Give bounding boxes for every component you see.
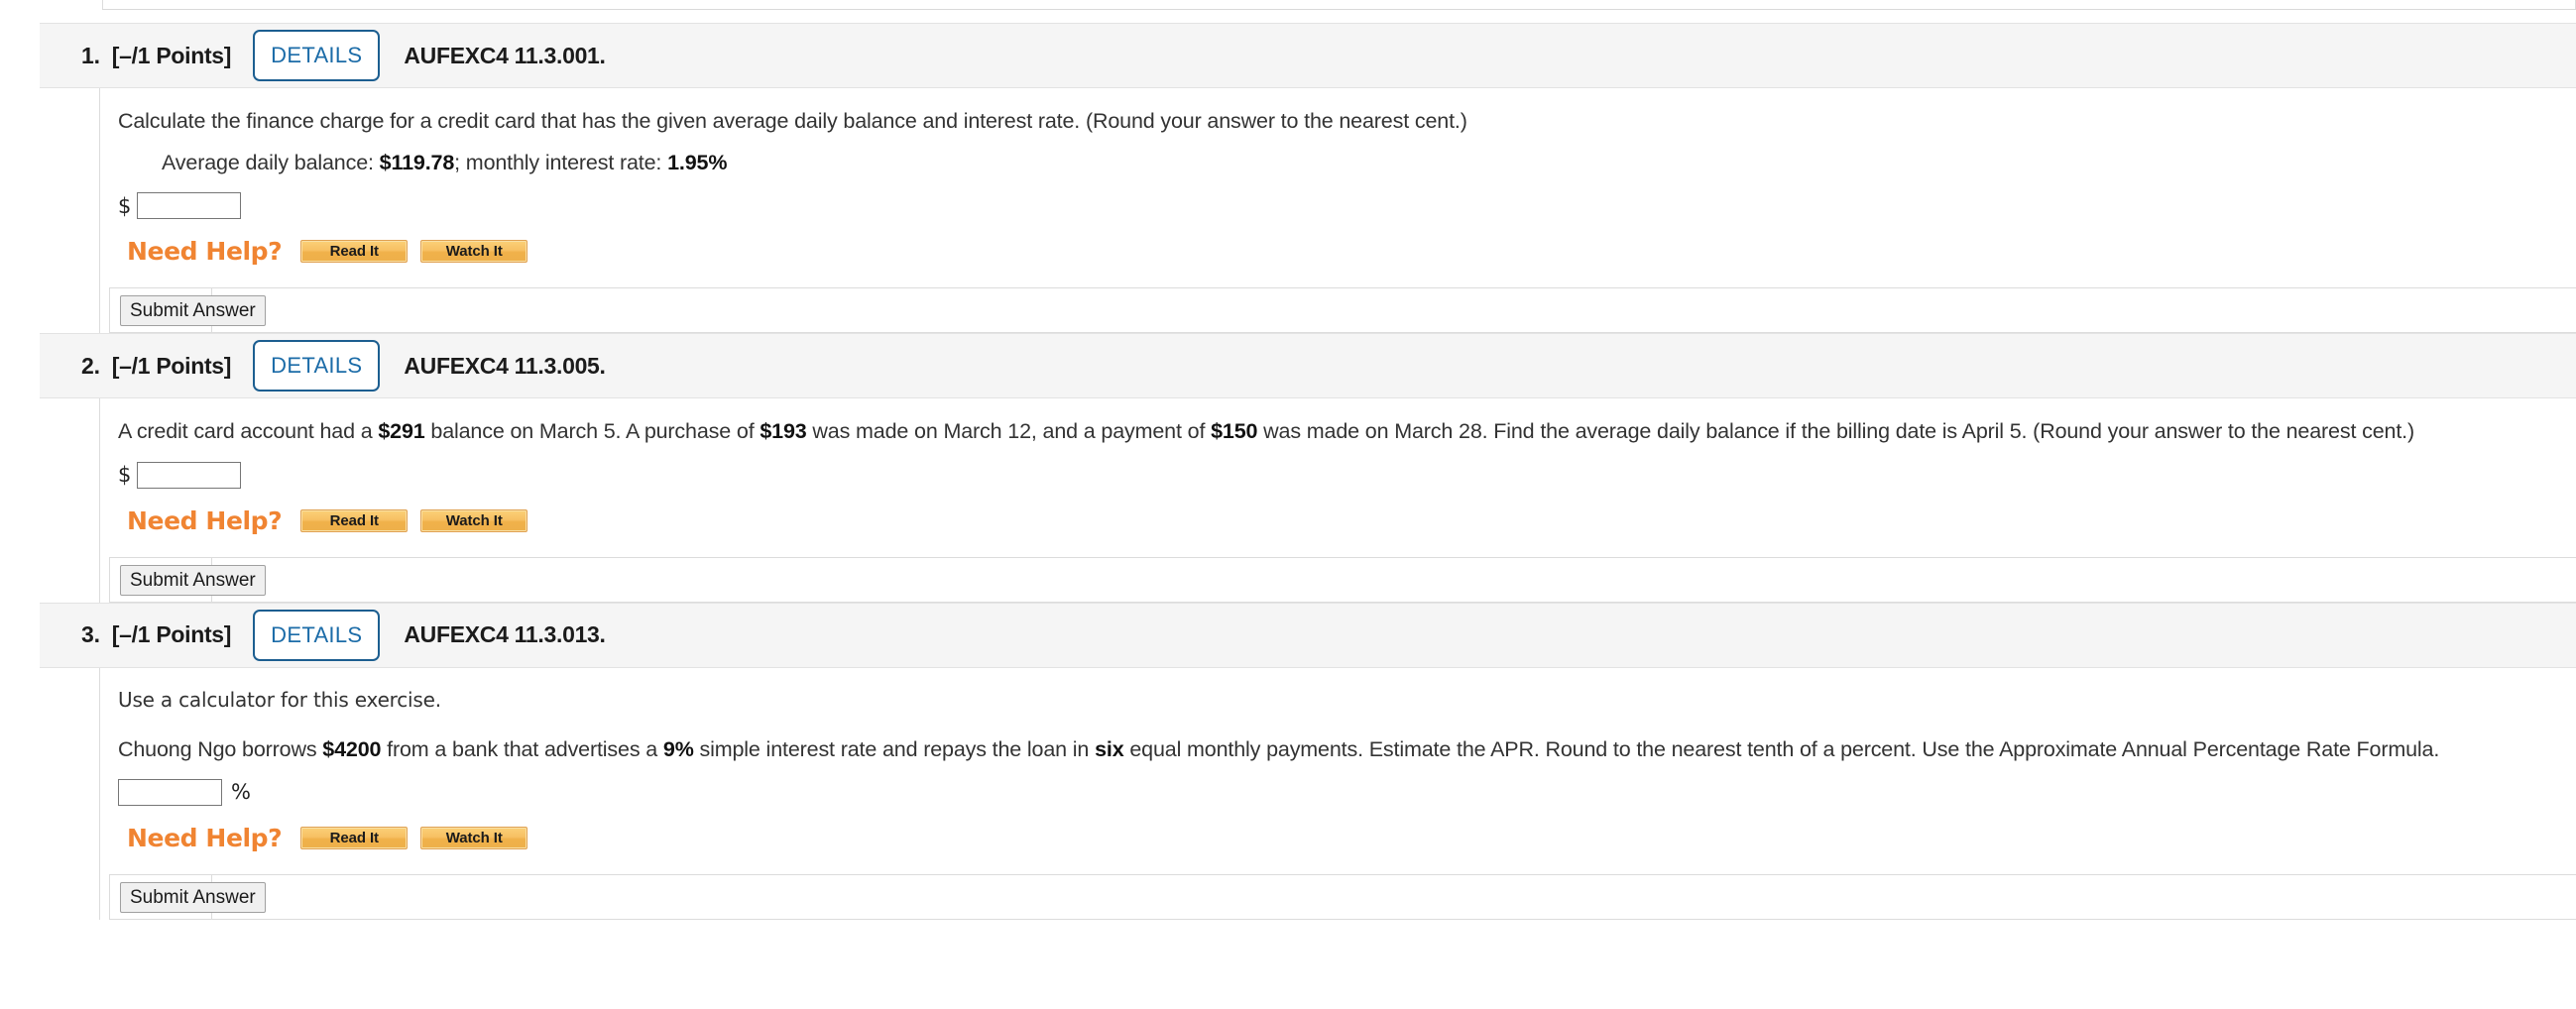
- details-button[interactable]: DETAILS: [253, 340, 381, 392]
- details-button[interactable]: DETAILS: [253, 30, 381, 81]
- question-header: 1. [–/1 Points] DETAILS AUFEXC4 11.3.001.: [40, 23, 2576, 88]
- answer-input[interactable]: [137, 461, 242, 489]
- need-help-label: Need Help?: [127, 823, 283, 852]
- submit-row-remainder: [211, 556, 2576, 603]
- submit-row-remainder: [211, 287, 2576, 334]
- submit-row: Submit Answer: [100, 287, 2576, 334]
- question-intro-text: Use a calculator for this exercise.: [118, 687, 441, 712]
- need-help-row: Need Help? Read It Watch It: [127, 237, 2576, 266]
- question-prompt-text: Calculate the finance charge for a credi…: [118, 109, 1467, 133]
- need-help-label: Need Help?: [127, 237, 283, 267]
- need-help-label: Need Help?: [127, 505, 283, 535]
- submit-row-remainder: [211, 873, 2576, 920]
- question-code: AUFEXC4 11.3.013.: [404, 621, 606, 648]
- question-header: 3. [–/1 Points] DETAILS AUFEXC4 11.3.013.: [40, 602, 2576, 668]
- submit-answer-button[interactable]: Submit Answer: [120, 295, 266, 327]
- question-prompt-text: Chuong Ngo borrows $4200 from a bank tha…: [118, 736, 2440, 761]
- need-help-row: Need Help? Read It Watch It: [127, 824, 2576, 852]
- question-block: 3. [–/1 Points] DETAILS AUFEXC4 11.3.013. Us…: [0, 602, 2576, 920]
- question-block: 2. [–/1 Points] DETAILS AUFEXC4 11.3.005. A …: [0, 333, 2576, 603]
- question-points: [–/1 Points]: [111, 621, 232, 648]
- question-code: AUFEXC4 11.3.001.: [404, 42, 606, 68]
- need-help-row: Need Help? Read It Watch It: [127, 506, 2576, 535]
- percent-sign-label: %: [231, 780, 251, 805]
- submit-answer-button[interactable]: Submit Answer: [120, 881, 266, 913]
- details-button[interactable]: DETAILS: [253, 609, 381, 661]
- question-points: [–/1 Points]: [111, 42, 232, 68]
- read-it-button[interactable]: Read It: [300, 508, 409, 532]
- answer-row: $: [118, 461, 2576, 489]
- watch-it-button[interactable]: Watch It: [420, 508, 528, 532]
- question-prompt-text: A credit card account had a $291 balance…: [118, 419, 2414, 444]
- assignment-page: 1. [–/1 Points] DETAILS AUFEXC4 11.3.001. Ca…: [0, 0, 2576, 1009]
- question-body: A credit card account had a $291 balance…: [99, 398, 2576, 603]
- question-body: Use a calculator for this exercise. Chuon…: [99, 667, 2576, 920]
- question-points: [–/1 Points]: [111, 352, 232, 379]
- answer-input[interactable]: [118, 778, 222, 806]
- question-header: 2. [–/1 Points] DETAILS AUFEXC4 11.3.005.: [40, 333, 2576, 399]
- submit-row: Submit Answer: [100, 873, 2576, 920]
- watch-it-button[interactable]: Watch It: [420, 240, 528, 264]
- question-body: Calculate the finance charge for a credi…: [99, 88, 2576, 334]
- question-number: 2.: [81, 352, 100, 379]
- dollar-sign-label: $: [118, 193, 132, 218]
- question-number: 3.: [81, 621, 100, 648]
- question-subline-text: Average daily balance: $119.78; monthly …: [162, 151, 728, 175]
- question-code: AUFEXC4 11.3.005.: [404, 352, 606, 379]
- submit-row: Submit Answer: [100, 556, 2576, 603]
- dollar-sign-label: $: [118, 463, 132, 488]
- question-block: 1. [–/1 Points] DETAILS AUFEXC4 11.3.001. Ca…: [0, 23, 2576, 334]
- answer-row: $: [118, 192, 2576, 220]
- question-number: 1.: [81, 42, 100, 68]
- answer-row: %: [118, 778, 2576, 806]
- question-list: 1. [–/1 Points] DETAILS AUFEXC4 11.3.001. Ca…: [0, 0, 2576, 920]
- read-it-button[interactable]: Read It: [300, 826, 409, 849]
- submit-answer-button[interactable]: Submit Answer: [120, 564, 266, 596]
- watch-it-button[interactable]: Watch It: [420, 826, 528, 849]
- read-it-button[interactable]: Read It: [300, 240, 409, 264]
- answer-input[interactable]: [137, 192, 242, 220]
